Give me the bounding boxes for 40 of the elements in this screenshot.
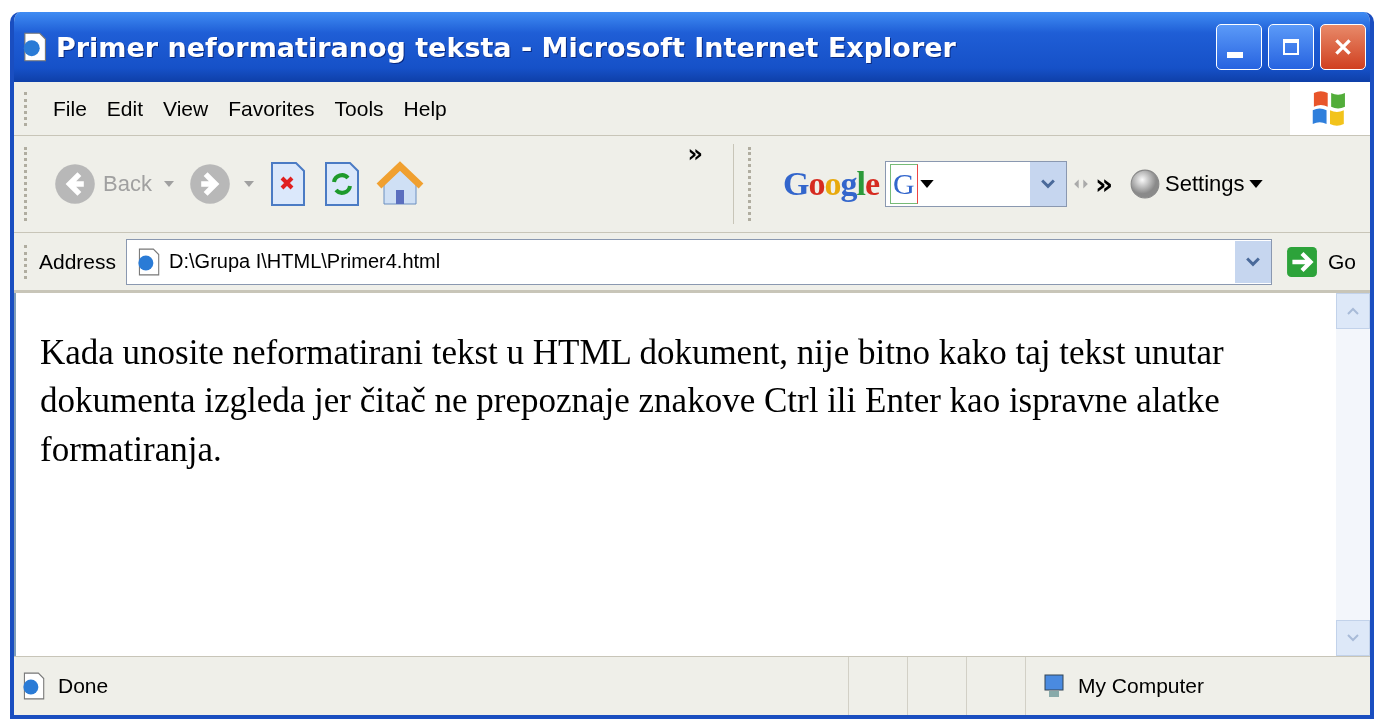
toolbar-overflow-button[interactable]: » <box>687 140 703 168</box>
resize-handle-icon[interactable] <box>1073 178 1089 190</box>
menu-item[interactable]: Favorites <box>228 96 335 121</box>
chevron-up-icon <box>1347 307 1359 315</box>
search-engine-button[interactable]: G <box>890 164 918 204</box>
dropdown-button[interactable] <box>1030 162 1066 206</box>
maximize-button[interactable] <box>1268 24 1314 70</box>
sphere-icon <box>1129 168 1162 200</box>
toolbar-overflow-button[interactable]: » <box>1095 167 1114 201</box>
dropdown-caret-icon <box>919 180 934 188</box>
settings-button[interactable]: Settings <box>1129 168 1263 200</box>
arrow-right-icon <box>1286 245 1318 278</box>
chevron-down-icon <box>1041 179 1055 189</box>
body-paragraph: Kada unosite neformatirani tekst u HTML dokument, nije bitno kako taj tekst unutar dokumenta izgleda jer čitač ne prepoznaje znakove Ctrl ili Enter kao ispravne alatke formatiranja. <box>40 332 1225 471</box>
google-logo: Google <box>783 165 879 203</box>
maximize-icon <box>1281 37 1301 57</box>
caret-icon <box>163 181 174 187</box>
chevron-down-icon <box>1347 634 1359 642</box>
menu-item[interactable]: View <box>163 96 229 121</box>
close-button[interactable] <box>1320 24 1366 70</box>
dropdown-button[interactable] <box>1235 240 1271 283</box>
window-title: Primer neformatiranog teksta - Microsoft Internet Explorer <box>56 31 957 63</box>
home-button[interactable] <box>375 160 424 208</box>
close-icon <box>1332 36 1354 58</box>
address-field[interactable]: D:\Grupa I\HTML\Primer4.html <box>126 238 1272 285</box>
minimize-button[interactable] <box>1216 24 1262 70</box>
address-label: Address <box>39 249 117 274</box>
chevron-down-icon <box>1246 256 1260 267</box>
menu-item[interactable]: Edit <box>106 96 164 121</box>
caret-icon <box>1248 180 1263 188</box>
menu-item[interactable]: Tools <box>334 96 404 121</box>
go-button[interactable]: Go <box>1272 245 1370 278</box>
menu-item[interactable]: File <box>53 96 107 121</box>
status-text: Done <box>58 674 109 698</box>
security-zone-text: My Computer <box>1078 674 1205 698</box>
caret-icon <box>243 181 254 187</box>
menu-item[interactable]: Help <box>403 96 467 121</box>
minimize-icon <box>1227 52 1243 58</box>
search-field[interactable]: G <box>885 161 1067 207</box>
home-icon <box>375 160 424 208</box>
